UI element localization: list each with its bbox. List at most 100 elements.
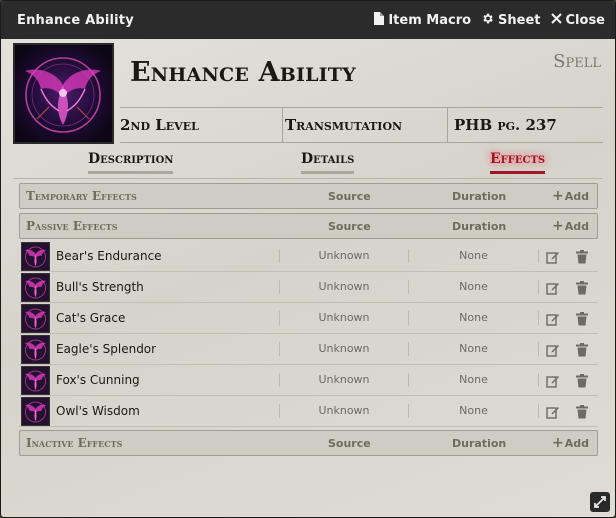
item-macro-label: Item Macro (388, 12, 472, 28)
close-button[interactable]: Close (550, 12, 605, 28)
add-passive-effect-button[interactable]: +Add (552, 218, 589, 234)
effect-icon[interactable] (21, 366, 50, 395)
trash-icon (576, 250, 588, 264)
edit-icon (546, 407, 559, 419)
add-label: Add (564, 190, 589, 203)
sheet-tabs: Description Details Effects (13, 149, 603, 179)
edit-effect-button[interactable] (546, 373, 562, 389)
column-duration: Duration (452, 189, 507, 203)
effect-name: Cat's Grace (56, 311, 126, 325)
column-source: Source (328, 436, 371, 450)
column-duration: Duration (452, 436, 507, 450)
passive-effects-header: Passive Effects Source Duration +Add (19, 213, 598, 239)
add-label: Add (564, 220, 589, 233)
edit-icon (546, 345, 559, 357)
gear-icon (481, 12, 494, 29)
section-label: Inactive Effects (26, 436, 123, 450)
effect-icon[interactable] (21, 397, 50, 426)
add-inactive-effect-button[interactable]: +Add (552, 435, 589, 451)
edit-icon (546, 376, 559, 388)
effect-duration: None (409, 249, 539, 263)
edit-icon (546, 252, 559, 264)
inactive-effects-header: Inactive Effects Source Duration +Add (19, 430, 598, 456)
spell-level: 2nd Level (120, 108, 283, 142)
trash-icon (576, 281, 588, 295)
effect-icon[interactable] (21, 273, 50, 302)
add-label: Add (564, 437, 589, 450)
trash-icon (576, 374, 588, 388)
effect-source: Unknown (279, 404, 409, 418)
edit-effect-button[interactable] (546, 342, 562, 358)
effect-duration: None (409, 311, 539, 325)
section-label: Passive Effects (26, 219, 118, 233)
item-sheet-window: Enhance Ability Item Macro Sheet Close E… (0, 0, 616, 518)
effect-icon[interactable] (21, 335, 50, 364)
spell-source[interactable]: PHB pg. 237 (448, 108, 603, 142)
resize-handle[interactable] (590, 492, 610, 512)
effect-icon[interactable] (21, 242, 50, 271)
edit-effect-button[interactable] (546, 249, 562, 265)
edit-effect-button[interactable] (546, 280, 562, 296)
tab-effects[interactable]: Effects (490, 151, 546, 174)
effect-name: Bull's Strength (56, 280, 144, 294)
edit-effect-button[interactable] (546, 404, 562, 420)
item-macro-button[interactable]: Item Macro (373, 11, 472, 29)
column-source: Source (328, 219, 371, 233)
item-name[interactable]: Enhance Ability (130, 57, 356, 88)
effect-row[interactable]: Cat's Grace Unknown None (19, 303, 598, 334)
edit-icon (546, 283, 559, 295)
effect-name: Bear's Endurance (56, 249, 162, 263)
edit-effect-button[interactable] (546, 311, 562, 327)
spell-school: Transmutation (283, 108, 448, 142)
delete-effect-button[interactable] (576, 311, 592, 327)
item-meta-row: 2nd Level Transmutation PHB pg. 237 (120, 107, 603, 143)
item-type: Spell (553, 51, 601, 72)
window-title: Enhance Ability (17, 12, 134, 28)
effect-row[interactable]: Eagle's Splendor Unknown None (19, 334, 598, 365)
effect-duration: None (409, 280, 539, 294)
close-label: Close (565, 12, 605, 28)
item-header: Enhance Ability Spell 2nd Level Transmut… (13, 43, 603, 144)
effect-source: Unknown (279, 249, 409, 263)
section-label: Temporary Effects (26, 189, 137, 203)
item-portrait[interactable] (13, 43, 114, 144)
effect-row[interactable]: Fox's Cunning Unknown None (19, 365, 598, 396)
resize-icon (594, 496, 606, 508)
delete-effect-button[interactable] (576, 280, 592, 296)
effect-row[interactable]: Bull's Strength Unknown None (19, 272, 598, 303)
temporary-effects-header: Temporary Effects Source Duration +Add (19, 183, 598, 209)
effect-icon[interactable] (21, 304, 50, 333)
effect-name: Eagle's Splendor (56, 342, 157, 356)
close-icon (550, 12, 562, 28)
effect-name: Fox's Cunning (56, 373, 140, 387)
tab-details[interactable]: Details (301, 151, 355, 174)
effect-source: Unknown (279, 311, 409, 325)
trash-icon (576, 312, 588, 326)
add-temporary-effect-button[interactable]: +Add (552, 188, 589, 204)
trash-icon (576, 405, 588, 419)
effect-duration: None (409, 373, 539, 387)
sheet-label: Sheet (498, 12, 541, 28)
effect-duration: None (409, 342, 539, 356)
effect-name: Owl's Wisdom (56, 404, 140, 418)
sheet-button[interactable]: Sheet (481, 12, 541, 29)
effect-row[interactable]: Bear's Endurance Unknown None (19, 241, 598, 272)
tab-description[interactable]: Description (88, 151, 174, 174)
effect-duration: None (409, 404, 539, 418)
column-duration: Duration (452, 219, 507, 233)
delete-effect-button[interactable] (576, 342, 592, 358)
delete-effect-button[interactable] (576, 249, 592, 265)
delete-effect-button[interactable] (576, 373, 592, 389)
window-titlebar[interactable]: Enhance Ability Item Macro Sheet Close (1, 1, 615, 39)
document-icon (373, 11, 385, 29)
effect-row[interactable]: Owl's Wisdom Unknown None (19, 396, 598, 427)
edit-icon (546, 314, 559, 326)
effect-source: Unknown (279, 373, 409, 387)
effect-source: Unknown (279, 280, 409, 294)
plus-icon: + (552, 218, 564, 234)
sheet-body: Enhance Ability Spell 2nd Level Transmut… (1, 39, 615, 517)
column-source: Source (328, 189, 371, 203)
plus-icon: + (552, 188, 564, 204)
delete-effect-button[interactable] (576, 404, 592, 420)
effect-source: Unknown (279, 342, 409, 356)
